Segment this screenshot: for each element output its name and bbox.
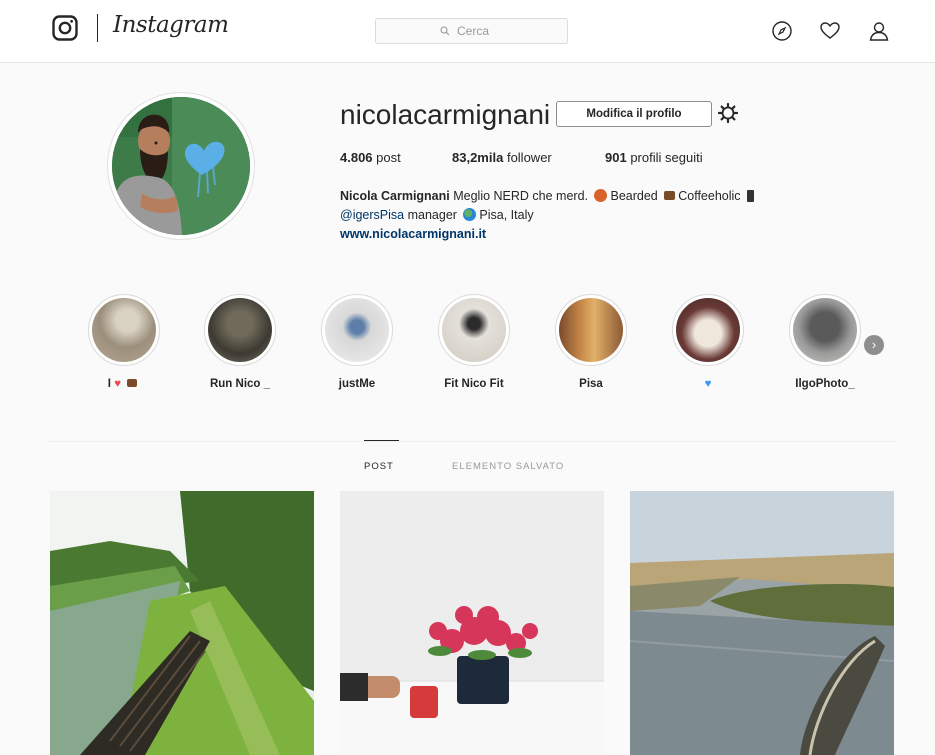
- settings-gear-icon[interactable]: [717, 102, 739, 124]
- following-count-stat[interactable]: 901 profili seguiti: [605, 150, 703, 165]
- followers-count: 83,2mila: [452, 150, 504, 165]
- red-heart-icon: ♥: [114, 378, 122, 390]
- instagram-wordmark-logo[interactable]: Instagram: [113, 12, 229, 38]
- highlight-label: Run Nico _: [209, 378, 271, 390]
- search-input[interactable]: [455, 23, 503, 39]
- story-highlight[interactable]: Run Nico _: [185, 294, 295, 392]
- story-highlight[interactable]: I ♥: [69, 294, 179, 392]
- search-box[interactable]: [375, 18, 568, 44]
- post-thumbnail[interactable]: [340, 491, 604, 755]
- highlight-label: I ♥: [69, 378, 179, 392]
- edit-profile-button[interactable]: Modifica il profilo: [556, 101, 712, 127]
- highlight-cover-ring: [672, 294, 744, 366]
- highlight-cover-image: [92, 298, 156, 362]
- website-link[interactable]: www.nicolacarmignani.it: [340, 225, 486, 244]
- bio-location: Pisa, Italy: [479, 208, 534, 222]
- posts-count-stat: 4.806 post: [340, 150, 401, 165]
- highlight-cover-ring: [789, 294, 861, 366]
- highlight-label: ♥: [653, 378, 763, 392]
- cookie-emoji-icon: [594, 189, 608, 202]
- coffee-emoji-icon: [664, 191, 676, 200]
- story-highlight[interactable]: Fit Nico Fit: [419, 294, 529, 392]
- following-count: 901: [605, 150, 627, 165]
- profile-avatar[interactable]: [107, 92, 255, 240]
- post-thumbnail[interactable]: [50, 491, 314, 755]
- tab-saved[interactable]: ELEMENTO SALVATO: [452, 461, 564, 472]
- profile-person-icon[interactable]: [868, 20, 890, 42]
- highlight-cover-image: [208, 298, 272, 362]
- story-highlight[interactable]: justMe: [302, 294, 412, 392]
- logo-divider: [97, 14, 98, 42]
- tab-posts[interactable]: POST: [364, 461, 394, 472]
- profile-username: nicolacarmignani: [340, 99, 551, 130]
- search-icon: [440, 26, 450, 36]
- following-label: profili seguiti: [630, 150, 703, 165]
- coffee-emoji-icon: [127, 379, 138, 387]
- top-navigation-bar: Instagram: [0, 0, 935, 63]
- activity-heart-icon[interactable]: [819, 20, 841, 42]
- chevron-right-icon[interactable]: ›: [864, 335, 884, 355]
- bio-bearded: Bearded: [610, 189, 658, 203]
- highlight-cover-ring: [438, 294, 510, 366]
- bio-line-2: @igersPisa manager Pisa, Italy: [340, 206, 860, 225]
- highlight-cover-image: [559, 298, 623, 362]
- profile-bio: Nicola Carmignani Meglio NERD che merd. …: [340, 187, 860, 244]
- blue-heart-icon: ♥: [704, 378, 712, 390]
- highlight-cover-image: [676, 298, 740, 362]
- highlight-label: IlgoPhoto_: [795, 378, 855, 390]
- highlight-cover-image: [793, 298, 857, 362]
- highlight-cover-ring: [555, 294, 627, 366]
- bio-manager: manager: [407, 208, 457, 222]
- highlight-label: justMe: [338, 378, 376, 390]
- posts-label: post: [376, 150, 401, 165]
- story-highlight[interactable]: ♥: [653, 294, 763, 392]
- highlight-cover-image: [442, 298, 506, 362]
- bio-coffeeholic: Coffeeholic: [678, 189, 741, 203]
- highlight-cover-ring: [88, 294, 160, 366]
- posts-count: 4.806: [340, 150, 373, 165]
- profile-full-name: Nicola Carmignani: [340, 189, 450, 203]
- post-thumbnail[interactable]: [630, 491, 894, 755]
- profile-photo: [112, 97, 250, 235]
- followers-count-stat[interactable]: 83,2mila follower: [452, 150, 552, 165]
- phone-emoji-icon: [747, 190, 755, 202]
- highlight-label-text: I: [107, 378, 111, 390]
- igerspisa-mention-link[interactable]: @igersPisa: [340, 208, 404, 222]
- highlight-label: Fit Nico Fit: [444, 378, 504, 390]
- followers-label: follower: [506, 150, 552, 165]
- bio-line-1: Nicola Carmignani Meglio NERD che merd. …: [340, 187, 860, 206]
- instagram-camera-logo-icon[interactable]: [52, 15, 78, 41]
- bio-tagline: Meglio NERD che merd.: [453, 189, 588, 203]
- globe-emoji-icon: [463, 208, 477, 221]
- highlight-cover-ring: [321, 294, 393, 366]
- story-highlight[interactable]: Pisa: [536, 294, 646, 392]
- explore-compass-icon[interactable]: [771, 20, 793, 42]
- highlight-label: Pisa: [579, 378, 603, 390]
- highlight-cover-image: [325, 298, 389, 362]
- active-tab-indicator: [364, 440, 399, 441]
- highlight-cover-ring: [204, 294, 276, 366]
- tabs-divider: [48, 441, 896, 442]
